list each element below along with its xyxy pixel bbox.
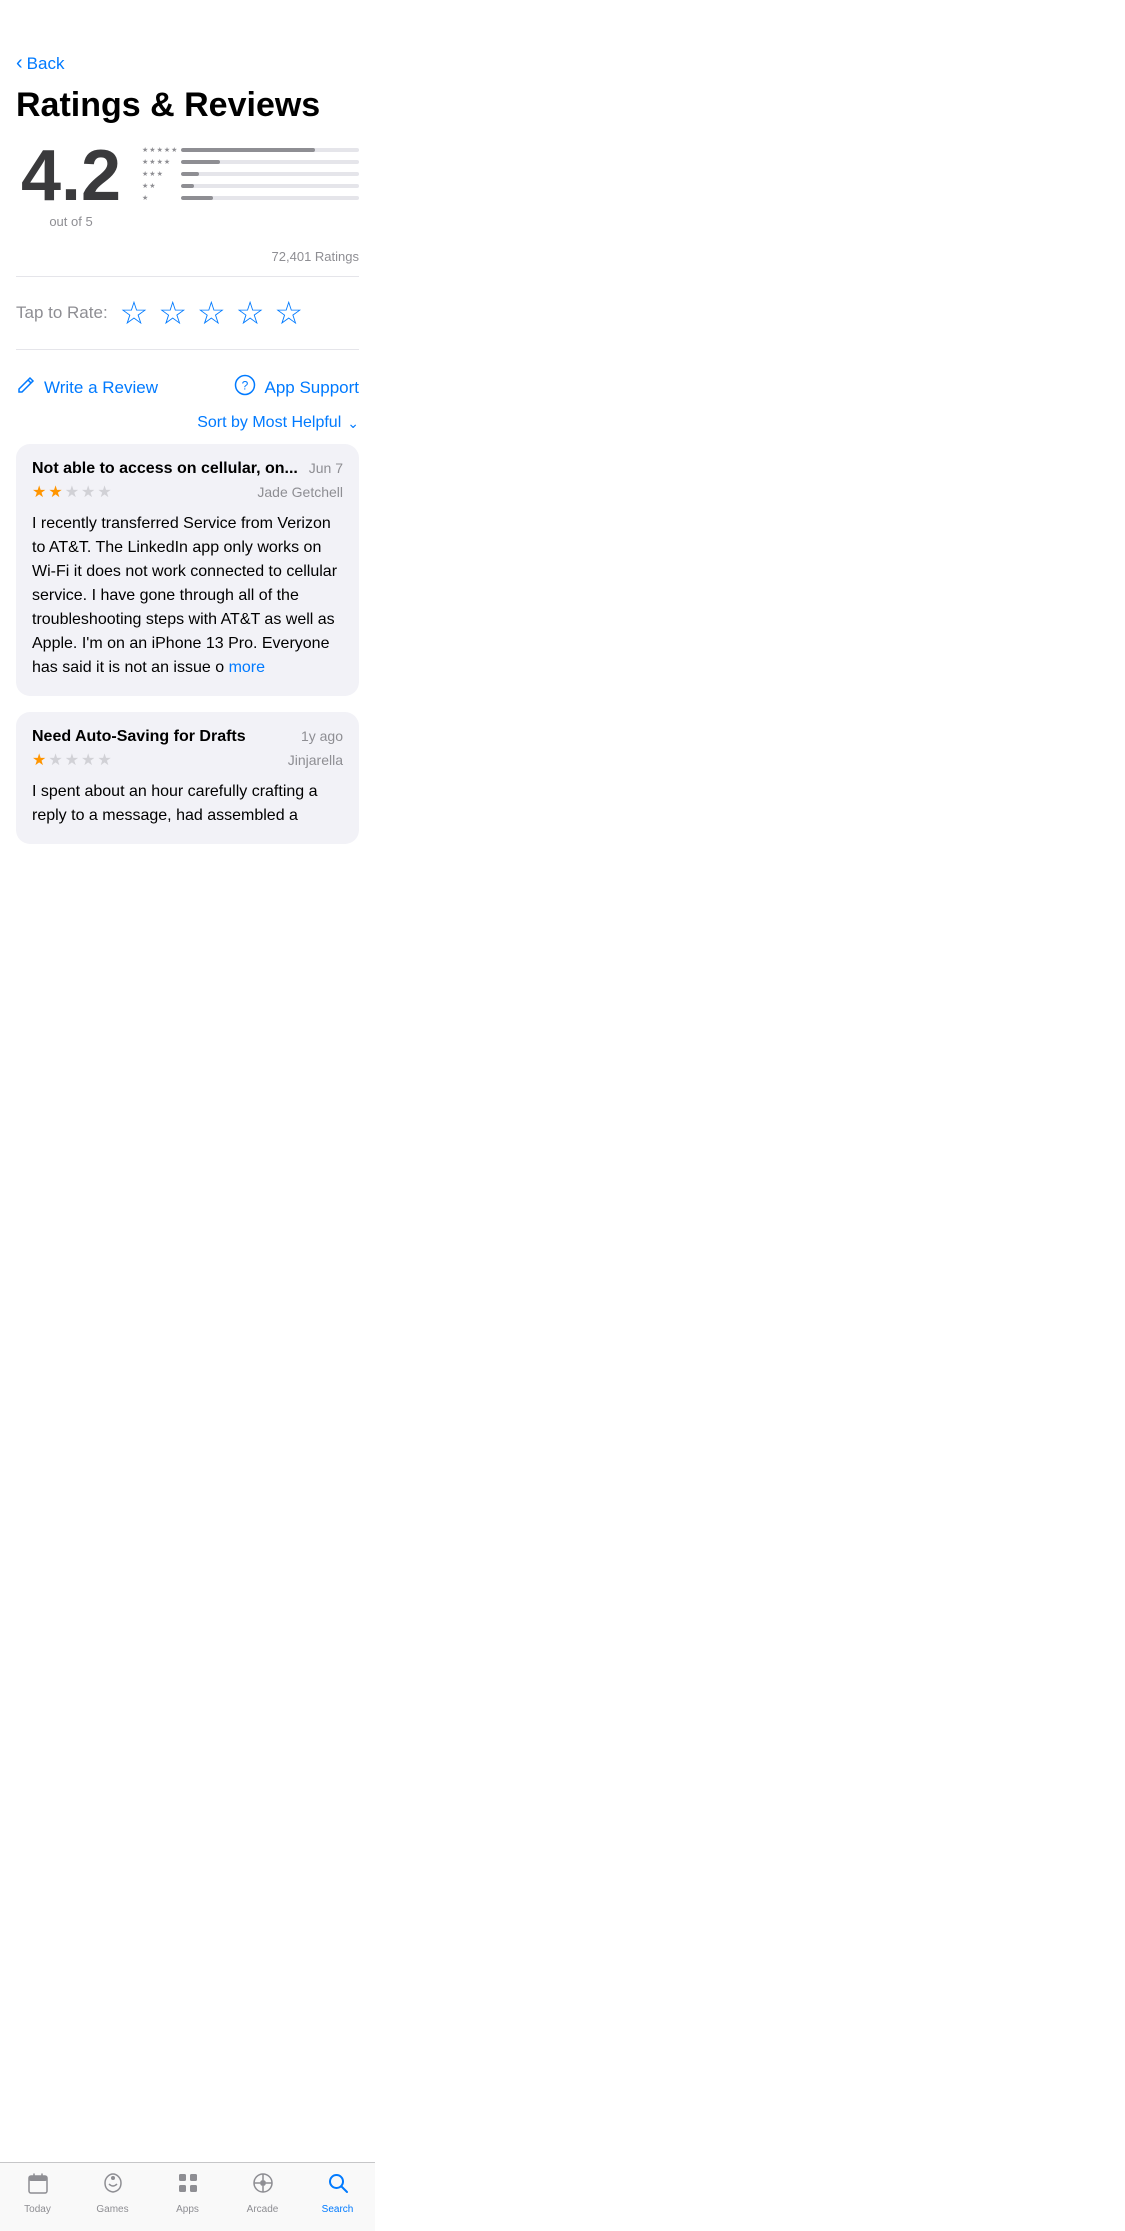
tab-games[interactable]: Games — [75, 2171, 150, 2215]
tab-apps-label: Apps — [176, 2204, 199, 2215]
stars-label-4: ★ ★ ★ ★ ★ — [142, 158, 177, 166]
sort-row: Sort by Most Helpful ⌄ — [0, 414, 375, 444]
write-review-button[interactable]: Write a Review — [16, 375, 158, 401]
back-button[interactable]: ‹ Back — [16, 52, 64, 75]
tab-today[interactable]: Today — [0, 2171, 75, 2215]
tap-rate-row: Tap to Rate: ☆ ☆ ☆ ☆ ☆ — [0, 289, 375, 337]
app-support-icon: ? — [234, 374, 256, 402]
ratings-count: 72,401 Ratings — [0, 245, 375, 264]
rating-bars: ★ ★ ★ ★ ★ ★ ★ ★ ★ ★ — [142, 140, 359, 202]
sort-button[interactable]: Sort by Most Helpful ⌄ — [197, 414, 359, 432]
svg-text:?: ? — [242, 379, 249, 393]
bar-track-4 — [181, 160, 359, 164]
review-2-author: Jinjarella — [288, 752, 343, 768]
bar-track-3 — [181, 172, 359, 176]
review-card-1: Not able to access on cellular, on... Ju… — [16, 444, 359, 696]
sort-label: Sort by Most Helpful — [197, 414, 341, 432]
bar-row-4: ★ ★ ★ ★ ★ — [142, 158, 359, 166]
tab-apps[interactable]: Apps — [150, 2171, 225, 2215]
back-chevron-icon: ‹ — [16, 52, 23, 75]
review-1-more[interactable]: more — [229, 659, 265, 676]
rate-star-3[interactable]: ☆ — [197, 297, 226, 329]
review-2-title: Need Auto-Saving for Drafts — [32, 728, 301, 746]
review-1-author: Jade Getchell — [257, 484, 343, 500]
bar-fill-4 — [181, 160, 220, 164]
arcade-icon — [251, 2171, 275, 2202]
app-support-button[interactable]: ? App Support — [234, 374, 359, 402]
tab-games-label: Games — [96, 2204, 128, 2215]
today-icon — [26, 2171, 50, 2202]
stars-label-3: ★ ★ ★ ★ ★ — [142, 170, 177, 178]
stars-label-1: ★ ★ ★ ★ ★ — [142, 194, 177, 202]
review-2-body: I spent about an hour carefully crafting… — [32, 780, 343, 828]
apps-icon — [176, 2171, 200, 2202]
review-2-date: 1y ago — [301, 728, 343, 744]
divider-1 — [16, 276, 359, 277]
stars-label-5: ★ ★ ★ ★ ★ — [142, 146, 177, 154]
sort-chevron-icon: ⌄ — [347, 415, 359, 432]
bar-row-2: ★ ★ ★ ★ ★ — [142, 182, 359, 190]
tab-search-label: Search — [322, 2204, 354, 2215]
rate-star-4[interactable]: ☆ — [236, 297, 265, 329]
rating-number: 4.2 — [21, 140, 121, 212]
bar-fill-2 — [181, 184, 193, 188]
search-icon — [326, 2171, 350, 2202]
bar-track-2 — [181, 184, 359, 188]
rate-star-1[interactable]: ☆ — [120, 297, 149, 329]
back-label: Back — [27, 54, 65, 74]
review-1-stars: ★ ★ ★ ★ ★ — [32, 482, 112, 502]
review-1-body: I recently transferred Service from Veri… — [32, 512, 343, 680]
rate-star-2[interactable]: ☆ — [158, 297, 187, 329]
bar-row-3: ★ ★ ★ ★ ★ — [142, 170, 359, 178]
rating-section: 4.2 out of 5 ★ ★ ★ ★ ★ ★ — [0, 140, 375, 245]
write-review-icon — [16, 375, 36, 401]
tap-stars[interactable]: ☆ ☆ ☆ ☆ ☆ — [120, 297, 303, 329]
review-2-stars: ★ ★ ★ ★ ★ — [32, 750, 112, 770]
page-title: Ratings & Reviews — [0, 79, 375, 140]
review-1-date: Jun 7 — [309, 460, 343, 476]
bar-fill-1 — [181, 196, 213, 200]
out-of-label: out of 5 — [49, 214, 92, 229]
divider-2 — [16, 349, 359, 350]
app-support-label: App Support — [264, 378, 359, 398]
tab-arcade-label: Arcade — [247, 2204, 279, 2215]
review-card-2: Need Auto-Saving for Drafts 1y ago ★ ★ ★… — [16, 712, 359, 844]
status-bar — [0, 0, 375, 44]
tab-today-label: Today — [24, 2204, 51, 2215]
nav-bar: ‹ Back — [0, 44, 375, 79]
review-1-header: Not able to access on cellular, on... Ju… — [32, 460, 343, 478]
write-review-label: Write a Review — [44, 378, 158, 398]
bar-row-1: ★ ★ ★ ★ ★ — [142, 194, 359, 202]
bar-fill-5 — [181, 148, 314, 152]
bar-row-5: ★ ★ ★ ★ ★ — [142, 146, 359, 154]
bar-track-5 — [181, 148, 359, 152]
actions-row: Write a Review ? App Support — [0, 362, 375, 414]
tab-bar: Today Games Apps — [0, 2162, 375, 2231]
tab-arcade[interactable]: Arcade — [225, 2171, 300, 2215]
big-rating: 4.2 out of 5 — [16, 140, 126, 229]
bar-fill-3 — [181, 172, 199, 176]
games-icon — [101, 2171, 125, 2202]
review-1-meta: ★ ★ ★ ★ ★ Jade Getchell — [32, 482, 343, 502]
rate-star-5[interactable]: ☆ — [274, 297, 303, 329]
tap-rate-label: Tap to Rate: — [16, 303, 108, 323]
tab-search[interactable]: Search — [300, 2171, 375, 2215]
review-2-header: Need Auto-Saving for Drafts 1y ago — [32, 728, 343, 746]
review-1-title: Not able to access on cellular, on... — [32, 460, 309, 478]
review-2-meta: ★ ★ ★ ★ ★ Jinjarella — [32, 750, 343, 770]
bar-track-1 — [181, 196, 359, 200]
stars-label-2: ★ ★ ★ ★ ★ — [142, 182, 177, 190]
